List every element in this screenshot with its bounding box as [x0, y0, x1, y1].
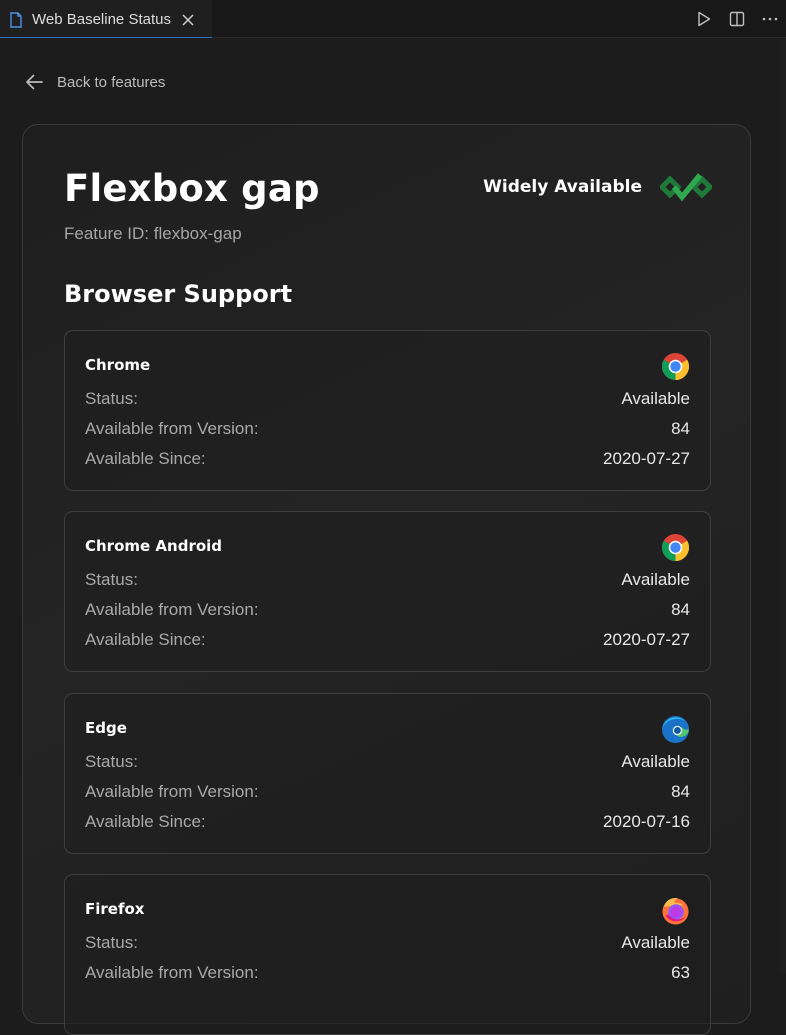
browser-card-chrome-android: Chrome Android Status: Available Availab…: [64, 511, 711, 672]
editor-actions: [687, 0, 786, 38]
browser-name: Chrome Android: [85, 537, 223, 555]
browser-card-firefox: Firefox Status: Available Available from…: [64, 874, 711, 1035]
tab-title: Web Baseline Status: [32, 11, 171, 28]
run-button[interactable]: [687, 0, 720, 38]
firefox-icon: [662, 898, 689, 925]
editor-tab-bar: Web Baseline Status: [0, 0, 786, 38]
since-value: 2020-07-27: [603, 630, 690, 649]
status-value: Available: [621, 933, 690, 952]
version-key: Available from Version:: [85, 600, 259, 619]
since-value: 2020-07-27: [603, 449, 690, 468]
browser-name: Chrome: [85, 356, 151, 374]
vertical-scrollbar[interactable]: [780, 38, 786, 974]
since-key: Available Since:: [85, 449, 206, 468]
file-icon: [10, 11, 22, 28]
chrome-icon: [661, 533, 690, 562]
chrome-icon: [661, 352, 690, 381]
since-value: 2020-07-16: [603, 812, 690, 831]
version-key: Available from Version:: [85, 963, 259, 982]
version-row: Available from Version: 84: [85, 780, 690, 804]
status-value: Available: [621, 752, 690, 771]
browser-card-chrome: Chrome Status: Available Available from …: [64, 330, 711, 491]
edge-icon: [661, 715, 690, 744]
status-key: Status:: [85, 752, 138, 771]
version-key: Available from Version:: [85, 419, 259, 438]
browser-card-edge: Edge Status: Available Available from Ve…: [64, 693, 711, 854]
baseline-widely-available-icon: [660, 173, 712, 202]
version-value: 84: [671, 419, 690, 438]
feature-title: Flexbox gap: [64, 167, 320, 210]
status-key: Status:: [85, 389, 138, 408]
version-row: Available from Version: 84: [85, 417, 690, 441]
since-key: Available Since:: [85, 630, 206, 649]
since-row: Available Since: 2020-07-16: [85, 810, 690, 834]
close-icon[interactable]: [181, 13, 195, 27]
back-to-features-link[interactable]: Back to features: [24, 70, 165, 94]
since-row: Available Since: 2020-07-27: [85, 447, 690, 471]
version-key: Available from Version:: [85, 782, 259, 801]
baseline-status-badge: Widely Available: [483, 170, 712, 204]
version-row: Available from Version: 63: [85, 961, 690, 985]
status-row: Status: Available: [85, 568, 690, 592]
status-row: Status: Available: [85, 750, 690, 774]
split-editor-button[interactable]: [720, 0, 753, 38]
browser-name: Edge: [85, 719, 127, 737]
since-key: Available Since:: [85, 812, 206, 831]
more-icon: [762, 17, 777, 21]
more-actions-button[interactable]: [753, 0, 786, 38]
version-value: 84: [671, 600, 690, 619]
status-key: Status:: [85, 570, 138, 589]
feature-id: Feature ID: flexbox-gap: [64, 224, 242, 243]
status-row: Status: Available: [85, 931, 690, 955]
browser-support-heading: Browser Support: [64, 280, 293, 308]
browser-name: Firefox: [85, 900, 145, 918]
status-row: Status: Available: [85, 387, 690, 411]
version-value: 63: [671, 963, 690, 982]
since-row: Available Since: 2020-07-27: [85, 628, 690, 652]
split-editor-icon: [729, 11, 744, 27]
version-row: Available from Version: 84: [85, 598, 690, 622]
tab-web-baseline-status[interactable]: Web Baseline Status: [0, 0, 212, 38]
feature-card: Flexbox gap Feature ID: flexbox-gap Wide…: [22, 124, 751, 1035]
version-value: 84: [671, 782, 690, 801]
play-icon: [697, 11, 710, 27]
arrow-left-icon: [26, 74, 43, 90]
back-label: Back to features: [57, 73, 166, 91]
status-value: Available: [621, 389, 690, 408]
baseline-status-label: Widely Available: [483, 177, 642, 197]
status-value: Available: [621, 570, 690, 589]
status-key: Status:: [85, 933, 138, 952]
